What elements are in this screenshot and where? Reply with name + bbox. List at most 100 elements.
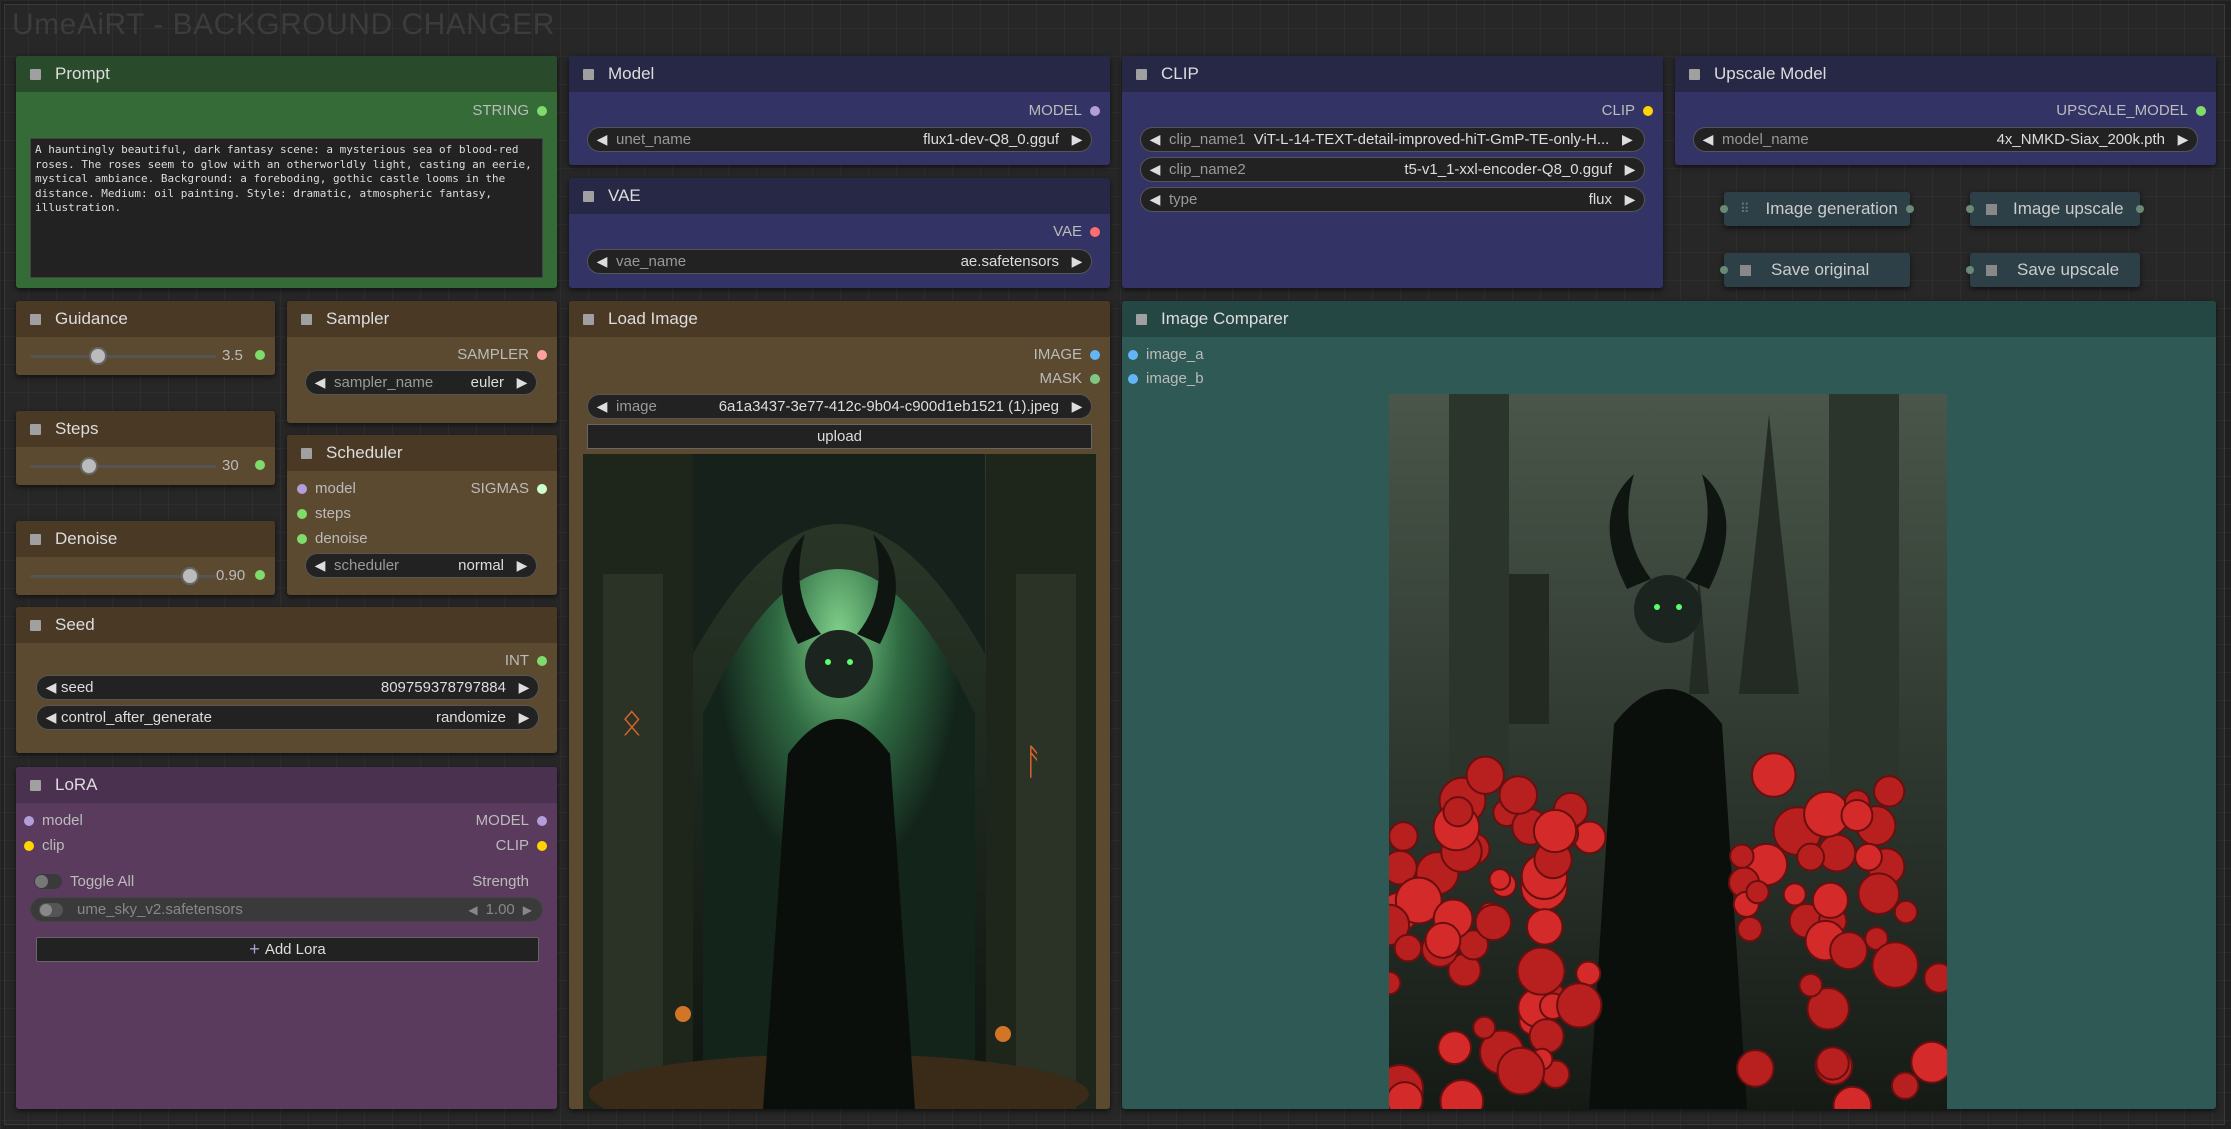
clip-name1-combo[interactable]: ◀ clip_name1 ViT-L-14-TEXT-detail-improved… <box>1140 127 1645 152</box>
output-slot-dot[interactable] <box>2136 205 2144 213</box>
clip-output[interactable]: CLIP <box>496 837 547 854</box>
image-file-combo[interactable]: ◀ image 6a1a3437-3e77-412c-9b04-c900d1eb15… <box>587 394 1092 419</box>
output-slot-dot[interactable] <box>255 460 265 470</box>
steps-node[interactable]: Steps 30 <box>16 411 275 485</box>
denoise-node[interactable]: Denoise 0.90 <box>16 521 275 595</box>
scheduler-combo[interactable]: ◀ scheduler normal ▶ <box>305 553 537 578</box>
collapse-icon[interactable] <box>301 447 312 459</box>
input-slot-dot[interactable] <box>297 533 307 544</box>
add-lora-button[interactable]: + Add Lora <box>36 937 539 962</box>
toggle-all-switch[interactable] <box>34 874 62 889</box>
lora-strength-value[interactable]: 1.00 <box>486 901 515 918</box>
upscale-model-name-combo[interactable]: ◀ model_name 4x_NMKD-Siax_200k.pth ▶ <box>1693 127 2198 152</box>
arrow-right-icon[interactable]: ▶ <box>1619 131 1635 148</box>
scheduler-node-header[interactable]: Scheduler <box>287 435 557 471</box>
model-node[interactable]: Model MODEL ◀ unet_name flux1-dev-Q8_0.ggu… <box>569 56 1110 165</box>
upscale-model-output[interactable]: UPSCALE_MODEL <box>2056 102 2206 119</box>
arrow-left-icon[interactable]: ◀ <box>1147 191 1163 208</box>
steps-input[interactable]: steps <box>297 505 351 522</box>
steps-node-header[interactable]: Steps <box>16 411 275 447</box>
mask-output[interactable]: MASK <box>1039 370 1100 387</box>
collapse-icon[interactable] <box>30 533 41 545</box>
input-slot-dot[interactable] <box>1128 349 1138 360</box>
lora-toggle-switch[interactable] <box>39 902 63 917</box>
arrow-right-icon[interactable]: ▶ <box>2175 131 2191 148</box>
sampler-output[interactable]: SAMPLER <box>457 346 547 363</box>
model-input[interactable]: model <box>24 812 83 829</box>
image-comparer-node-header[interactable]: Image Comparer <box>1122 301 2216 337</box>
arrow-left-icon[interactable]: ◀ <box>43 709 59 726</box>
input-slot-dot[interactable] <box>1128 373 1138 384</box>
output-slot-dot[interactable] <box>537 815 547 826</box>
seed-node-header[interactable]: Seed <box>16 607 557 643</box>
upscale-model-node[interactable]: Upscale Model UPSCALE_MODEL ◀ model_name 4… <box>1675 56 2216 165</box>
load-image-node-header[interactable]: Load Image <box>569 301 1110 337</box>
guidance-slider-track[interactable] <box>30 355 216 358</box>
vae-node[interactable]: VAE VAE ◀ vae_name ae.safetensors ▶ <box>569 178 1110 288</box>
guidance-node[interactable]: Guidance 3.5 <box>16 301 275 375</box>
upload-button[interactable]: upload <box>587 424 1092 449</box>
collapse-icon[interactable] <box>583 313 594 325</box>
collapse-icon[interactable] <box>1136 313 1147 325</box>
output-slot-dot[interactable] <box>537 840 547 851</box>
sampler-node-header[interactable]: Sampler <box>287 301 557 337</box>
output-slot-dot[interactable] <box>1643 105 1653 116</box>
scheduler-node[interactable]: Scheduler SIGMAS model steps denoise ◀ sc… <box>287 435 557 595</box>
output-slot-dot[interactable] <box>537 349 547 360</box>
sampler-node[interactable]: Sampler SAMPLER ◀ sampler_name euler ▶ <box>287 301 557 423</box>
collapse-icon[interactable] <box>301 313 312 325</box>
clip-name2-combo[interactable]: ◀ clip_name2 t5-v1_1-xxl-encoder-Q8_0.gguf… <box>1140 157 1645 182</box>
upscale-model-node-header[interactable]: Upscale Model <box>1675 56 2216 92</box>
steps-slider-track[interactable] <box>30 465 216 468</box>
vae-node-header[interactable]: VAE <box>569 178 1110 214</box>
collapse-icon[interactable] <box>30 68 41 80</box>
output-slot-dot[interactable] <box>1090 105 1100 116</box>
arrow-right-icon[interactable]: ▶ <box>1069 398 1085 415</box>
lora-row[interactable]: ume_sky_v2.safetensors ◀ 1.00 ▶ <box>30 897 543 922</box>
clip-type-combo[interactable]: ◀ type flux ▶ <box>1140 187 1645 212</box>
arrow-left-icon[interactable]: ◀ <box>1147 131 1163 148</box>
arrow-right-icon[interactable]: ▶ <box>516 709 532 726</box>
arrow-left-icon[interactable]: ◀ <box>1147 161 1163 178</box>
arrow-left-icon[interactable]: ◀ <box>312 374 328 391</box>
seed-node[interactable]: Seed INT ◀ seed 809759378797884 ▶ ◀ control_… <box>16 607 557 753</box>
collapse-icon[interactable] <box>30 313 41 325</box>
prompt-textarea[interactable] <box>30 138 543 278</box>
seed-number-widget[interactable]: ◀ seed 809759378797884 ▶ <box>36 675 539 700</box>
arrow-left-icon[interactable]: ◀ <box>594 131 610 148</box>
collapse-icon[interactable] <box>30 779 41 791</box>
arrow-right-icon[interactable]: ▶ <box>1622 161 1638 178</box>
input-slot-dot[interactable] <box>24 840 34 851</box>
lora-node-header[interactable]: LoRA <box>16 767 557 803</box>
control-after-generate-combo[interactable]: ◀ control_after_generate randomize ▶ <box>36 705 539 730</box>
arrow-right-icon[interactable]: ▶ <box>523 903 532 917</box>
output-slot-dot[interactable] <box>537 655 547 666</box>
collapse-icon[interactable] <box>30 423 41 435</box>
clip-node[interactable]: CLIP CLIP ◀ clip_name1 ViT-L-14-TEXT-detai… <box>1122 56 1663 288</box>
output-slot-dot[interactable] <box>1090 373 1100 384</box>
image-generation-button[interactable]: ⠿ Image generation <box>1720 192 1914 226</box>
arrow-right-icon[interactable]: ▶ <box>516 679 532 696</box>
output-slot-dot[interactable] <box>255 350 265 360</box>
output-slot-dot[interactable] <box>2196 105 2206 116</box>
denoise-input[interactable]: denoise <box>297 530 368 547</box>
save-upscale-button[interactable]: Save upscale <box>1966 253 2140 287</box>
image-output[interactable]: IMAGE <box>1034 346 1100 363</box>
checkbox-icon[interactable] <box>1740 264 1751 276</box>
lora-node[interactable]: LoRA model clip MODEL CLIP Toggle All St… <box>16 767 557 1109</box>
arrow-right-icon[interactable]: ▶ <box>514 374 530 391</box>
input-slot-dot[interactable] <box>1720 205 1728 213</box>
arrow-left-icon[interactable]: ◀ <box>594 253 610 270</box>
unet-name-combo[interactable]: ◀ unet_name flux1-dev-Q8_0.gguf ▶ <box>587 127 1092 152</box>
arrow-right-icon[interactable]: ▶ <box>1069 253 1085 270</box>
model-node-header[interactable]: Model <box>569 56 1110 92</box>
output-slot-dot[interactable] <box>1906 205 1914 213</box>
clip-node-header[interactable]: CLIP <box>1122 56 1663 92</box>
output-slot-dot[interactable] <box>1090 226 1100 237</box>
checkbox-icon[interactable] <box>1986 203 1997 215</box>
prompt-node[interactable]: Prompt STRING <box>16 56 557 288</box>
output-slot-dot[interactable] <box>537 483 547 494</box>
model-input[interactable]: model <box>297 480 356 497</box>
lora-name[interactable]: ume_sky_v2.safetensors <box>77 901 243 918</box>
clip-output[interactable]: CLIP <box>1602 102 1653 119</box>
